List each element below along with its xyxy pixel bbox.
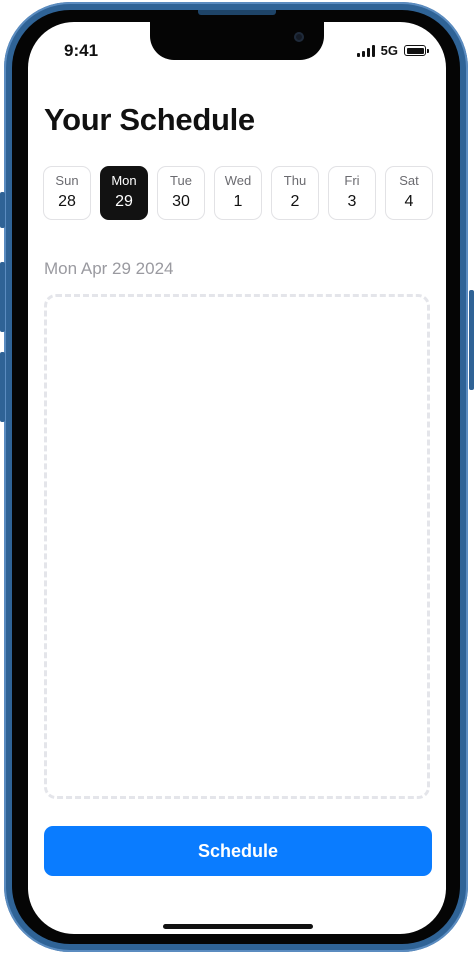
day-number: 2 [290,193,300,210]
notch [150,22,324,60]
day-chip-wed[interactable]: Wed 1 [214,166,262,220]
signal-icon [356,44,375,57]
day-number: 28 [58,193,76,210]
day-name: Wed [224,173,252,188]
action-button [0,192,5,228]
screen: 9:41 5G Your Schedule Sun 28 Mon 29 Tue 30 Wed… [28,22,446,934]
network-type: 5G [380,43,398,58]
day-name: Tue [170,173,192,188]
day-number: 30 [172,193,190,210]
day-chip-sun[interactable]: Sun 28 [43,166,91,220]
day-chip-mon[interactable]: Mon 29 [100,166,148,220]
day-chip-tue[interactable]: Tue 30 [157,166,205,220]
battery-icon [404,45,429,56]
day-chip-fri[interactable]: Fri 3 [328,166,376,220]
home-indicator[interactable] [163,924,313,929]
status-time: 9:41 [64,41,99,60]
day-number: 1 [233,193,243,210]
camera-icon [294,32,304,42]
day-name: Thu [283,173,307,188]
power-button [469,290,474,390]
day-number: 4 [404,193,414,210]
selected-date-label: Mon Apr 29 2024 [44,259,174,278]
day-chip-sat[interactable]: Sat 4 [385,166,433,220]
speaker-slot [198,10,276,15]
day-selector: Sun 28 Mon 29 Tue 30 Wed 1 Thu 2 Fri 3 Sat 4 [43,166,433,220]
volume-up-button [0,262,5,332]
day-number: 3 [347,193,357,210]
day-name: Sun [55,173,79,188]
status-indicators: 5G [356,43,429,58]
schedule-drop-zone[interactable] [44,294,430,799]
day-name: Mon [111,173,137,188]
day-chip-thu[interactable]: Thu 2 [271,166,319,220]
schedule-button[interactable]: Schedule [44,826,432,876]
day-name: Fri [344,173,360,188]
page-title: Your Schedule [44,102,255,137]
day-name: Sat [399,173,419,188]
day-number: 29 [115,193,133,210]
volume-down-button [0,352,5,422]
